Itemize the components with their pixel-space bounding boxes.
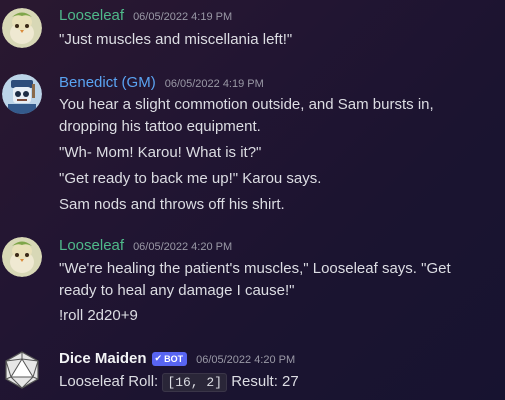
message-header: Looseleaf 06/05/2022 4:19 PM <box>59 7 232 24</box>
bot-badge: ✔ BOT <box>151 351 188 366</box>
gm-avatar[interactable] <box>2 74 42 114</box>
message-text: "Get ready to back me up!" Karou says. <box>59 170 322 187</box>
robot-avatar-icon <box>2 74 42 114</box>
bird-avatar-icon <box>2 8 42 48</box>
message-text: "Just muscles and miscellania left!" <box>59 31 293 48</box>
message-text: "We're healing the patient's muscles," L… <box>59 260 451 277</box>
message-text: You hear a slight commotion outside, and… <box>59 96 434 113</box>
message-text: "Wh- Mom! Karou! What is it?" <box>59 144 262 161</box>
d20-dice-icon <box>5 351 39 389</box>
bird-avatar-icon <box>2 237 42 277</box>
message-text: dropping his tattoo equipment. <box>59 118 261 135</box>
author-name[interactable]: Looseleaf <box>59 7 124 24</box>
message-text: !roll 2d20+9 <box>59 307 138 324</box>
roll-prefix: Looseleaf Roll: <box>59 373 159 390</box>
looseleaf-avatar[interactable] <box>2 237 42 277</box>
roll-result: Result: 27 <box>231 373 299 390</box>
timestamp: 06/05/2022 4:20 PM <box>133 241 233 253</box>
author-name[interactable]: Benedict (GM) <box>59 74 156 91</box>
message-header: Looseleaf 06/05/2022 4:20 PM <box>59 237 232 254</box>
author-name[interactable]: Looseleaf <box>59 237 124 254</box>
message-header: Benedict (GM) 06/05/2022 4:19 PM <box>59 74 264 91</box>
verified-check-icon: ✔ <box>154 353 163 363</box>
looseleaf-avatar[interactable] <box>2 8 42 48</box>
roll-code: [16, 2] <box>162 373 228 392</box>
message-text: Looseleaf Roll: [16, 2] Result: 27 <box>59 372 299 393</box>
message-text: Sam nods and throws off his shirt. <box>59 196 285 213</box>
author-name[interactable]: Dice Maiden <box>59 350 147 367</box>
message-header: Dice Maiden ✔ BOT 06/05/2022 4:20 PM <box>59 350 295 368</box>
timestamp: 06/05/2022 4:19 PM <box>164 78 264 90</box>
dice-maiden-avatar[interactable] <box>2 350 42 390</box>
message-text: ready to heal any damage I cause!" <box>59 282 295 299</box>
timestamp: 06/05/2022 4:20 PM <box>196 354 296 366</box>
timestamp: 06/05/2022 4:19 PM <box>133 11 233 23</box>
bot-badge-label: BOT <box>164 353 184 364</box>
